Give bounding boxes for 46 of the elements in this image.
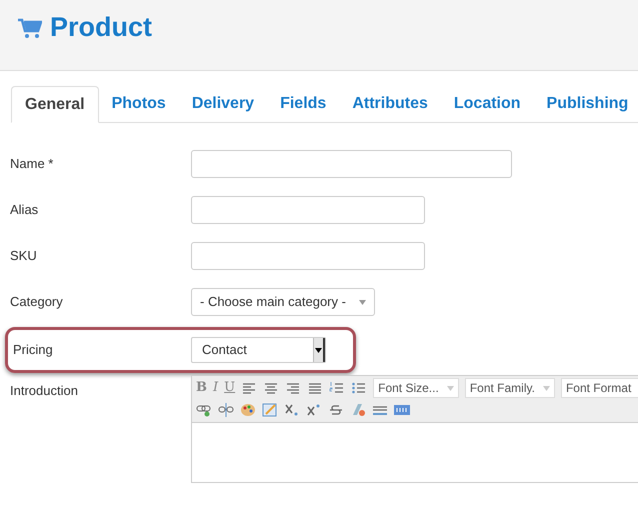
tab[interactable]: Attributes — [339, 86, 441, 122]
editor[interactable]: B I U Font Size... Font Family. Font Format — [191, 375, 638, 483]
edit-icon[interactable] — [262, 403, 278, 417]
font-dropdown[interactable]: Font Size... — [373, 378, 459, 398]
tab[interactable]: General — [11, 86, 99, 123]
cart-icon — [18, 18, 42, 40]
subscript-icon[interactable] — [284, 403, 300, 417]
align-right-icon[interactable] — [285, 381, 302, 395]
caret-icon — [315, 348, 322, 352]
category-select[interactable]: - Choose main category - — [191, 288, 375, 316]
strikethrough-icon[interactable] — [328, 403, 344, 417]
unlink-icon[interactable] — [218, 403, 234, 417]
text-input[interactable] — [191, 242, 425, 270]
format-button[interactable]: I — [213, 378, 218, 398]
tab[interactable]: Location — [440, 86, 534, 122]
font-dropdown[interactable]: Font Format — [560, 378, 638, 398]
tab[interactable]: Delivery — [178, 86, 268, 122]
page-title: Product — [50, 11, 152, 43]
format-button[interactable]: U — [224, 378, 236, 398]
clear-format-icon[interactable] — [350, 403, 366, 417]
field-label: Name * — [10, 155, 54, 174]
caret-icon — [542, 386, 550, 390]
palette-icon[interactable] — [240, 403, 256, 417]
tab[interactable]: Fields — [267, 86, 340, 122]
field-label: Alias — [10, 201, 40, 220]
format-button[interactable]: B — [196, 378, 207, 398]
field-label: Introduction — [10, 382, 79, 400]
align-left-icon[interactable] — [241, 381, 258, 395]
font-dropdown[interactable]: Font Family. — [464, 378, 555, 398]
justify-icon[interactable] — [307, 381, 324, 395]
field-label: Category — [10, 293, 64, 312]
numbered-list-icon[interactable] — [329, 381, 346, 395]
field-label: SKU — [10, 247, 38, 266]
superscript-icon[interactable] — [306, 403, 322, 417]
caret-icon — [446, 386, 454, 390]
link-icon[interactable] — [196, 403, 212, 417]
caret-icon — [359, 300, 366, 304]
field-label: Pricing — [13, 341, 54, 360]
tab[interactable]: Publishing — [534, 86, 638, 122]
bullet-list-icon[interactable] — [351, 381, 368, 395]
text-input[interactable] — [191, 196, 425, 224]
tab[interactable]: Photos — [98, 86, 179, 122]
text-input[interactable] — [191, 150, 512, 178]
align-center-icon[interactable] — [263, 381, 280, 395]
html-icon[interactable] — [394, 403, 410, 417]
pricing-dropdown[interactable]: Contact — [191, 337, 326, 363]
